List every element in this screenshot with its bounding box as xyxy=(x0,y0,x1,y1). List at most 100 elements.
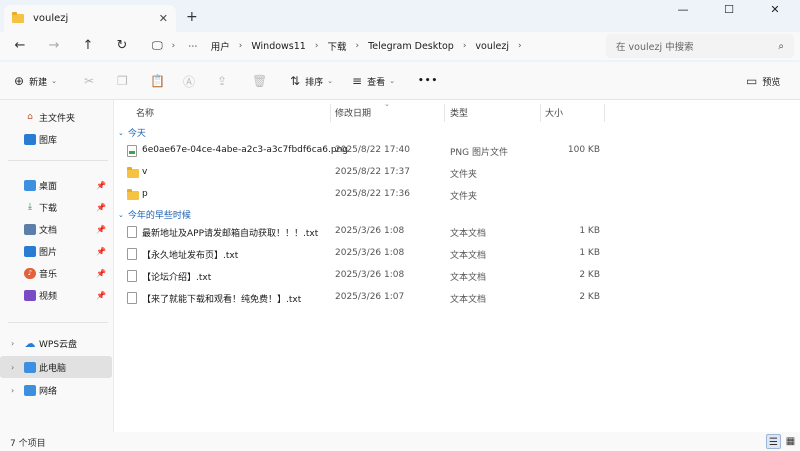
pin-icon[interactable]: 📌 xyxy=(96,269,106,278)
table-row[interactable]: 【来了就能下载和观看！纯免费！】.txt 2025/3/26 1:07 文本文档… xyxy=(114,287,800,309)
preview-label: 预览 xyxy=(762,77,781,88)
pin-icon[interactable]: 📌 xyxy=(96,203,106,212)
column-divider[interactable] xyxy=(604,104,605,122)
text-file-icon xyxy=(127,226,137,238)
file-size: 2 KB xyxy=(579,270,600,280)
text-file-icon xyxy=(127,248,137,260)
sidebar-item-pictures[interactable]: 图片 📌 xyxy=(0,240,112,262)
new-button[interactable]: ⊕ 新建 ⌄ xyxy=(14,72,57,90)
column-header-size[interactable]: 大小 xyxy=(545,106,563,119)
column-divider[interactable] xyxy=(540,104,541,122)
preview-pane-icon: ▭ xyxy=(746,74,758,88)
file-name: 6e0ae67e-04ce-4abe-a2c3-a3c7fbdf6ca6.png xyxy=(142,145,348,155)
sidebar-item-label: 主文件夹 xyxy=(39,113,76,124)
table-row[interactable]: 【论坛介绍】.txt 2025/3/26 1:08 文本文档 2 KB xyxy=(114,265,800,287)
table-row[interactable]: 6e0ae67e-04ce-4abe-a2c3-a3c7fbdf6ca6.png… xyxy=(114,140,800,162)
pin-icon[interactable]: 📌 xyxy=(96,247,106,256)
folder-icon xyxy=(127,167,139,178)
chevron-right-icon[interactable]: › xyxy=(11,386,14,395)
chevron-down-icon: ⌄ xyxy=(118,210,124,219)
up-button[interactable]: ↑ xyxy=(76,36,100,56)
sidebar-item-music[interactable]: ♪ 音乐 📌 xyxy=(0,262,112,284)
sort-button[interactable]: ⇅ 排序 ⌄ xyxy=(290,72,333,90)
file-date: 2025/8/22 17:36 xyxy=(335,189,410,199)
computer-icon xyxy=(24,361,36,373)
cut-button[interactable]: ✂ xyxy=(84,72,99,90)
new-tab-button[interactable]: + xyxy=(186,9,198,25)
pin-icon[interactable]: 📌 xyxy=(96,181,106,190)
sidebar-item-videos[interactable]: 视频 📌 xyxy=(0,284,112,306)
breadcrumb-separator: › xyxy=(314,41,319,51)
close-tab-icon[interactable]: ✕ xyxy=(159,12,168,25)
breadcrumb-more[interactable]: ⋯ xyxy=(188,41,198,52)
refresh-button[interactable]: ↻ xyxy=(110,36,134,56)
close-window-button[interactable]: ✕ xyxy=(752,0,798,20)
pin-icon[interactable]: 📌 xyxy=(96,225,106,234)
breadcrumb-separator: › xyxy=(355,41,360,51)
preview-button[interactable]: ▭ 预览 xyxy=(746,72,780,90)
desktop-icon xyxy=(24,179,36,191)
tab-voulezj[interactable]: voulezj ✕ xyxy=(4,5,176,32)
breadcrumb-windows11[interactable]: Windows11 xyxy=(251,41,306,52)
copy-button[interactable]: ❐ xyxy=(117,72,133,90)
file-type: 文本文档 xyxy=(450,295,487,305)
paste-button[interactable]: 📋 xyxy=(150,72,170,90)
table-row[interactable]: 最新地址及APP请发邮箱自动获取！！！.txt 2025/3/26 1:08 文… xyxy=(114,221,800,243)
text-file-icon xyxy=(127,292,137,304)
sidebar-item-network[interactable]: › 网络 xyxy=(0,379,112,401)
sidebar-item-label: 音乐 xyxy=(39,269,58,280)
maximize-button[interactable]: ☐ xyxy=(706,0,752,20)
breadcrumb-users[interactable]: 用户 xyxy=(211,39,230,53)
delete-button[interactable]: 🗑 xyxy=(252,72,272,90)
rename-button[interactable]: Ⓐ xyxy=(183,72,200,90)
pin-icon[interactable]: 📌 xyxy=(96,291,106,300)
sidebar-item-desktop[interactable]: 桌面 📌 xyxy=(0,174,112,196)
column-header-date[interactable]: 修改日期 xyxy=(335,106,371,119)
table-row[interactable]: v 2025/8/22 17:37 文件夹 xyxy=(114,162,800,184)
tiles-view-button[interactable]: ▦ xyxy=(783,434,798,449)
sidebar-item-label: 文档 xyxy=(39,225,58,236)
address-bar[interactable]: 🖵 › ⋯ 用户 › Windows11 › 下载 › Telegram Des… xyxy=(144,34,600,58)
sidebar-item-wps-cloud[interactable]: › ☁ WPS云盘 xyxy=(0,332,112,354)
column-divider[interactable] xyxy=(330,104,331,122)
sort-label: 排序 xyxy=(305,77,324,88)
sidebar-divider xyxy=(8,160,108,161)
back-button[interactable]: ← xyxy=(8,36,32,56)
breadcrumb-downloads[interactable]: 下载 xyxy=(327,39,346,53)
sidebar-item-home[interactable]: ⌂ 主文件夹 xyxy=(0,106,112,128)
share-button[interactable]: ⇪ xyxy=(217,72,232,90)
breadcrumb-separator: › xyxy=(238,41,243,51)
column-divider[interactable] xyxy=(444,104,445,122)
file-date: 2025/8/22 17:37 xyxy=(335,167,410,177)
file-date: 2025/8/22 17:40 xyxy=(335,145,410,155)
item-count: 7 个项目 xyxy=(10,439,46,449)
sidebar-item-label: 视频 xyxy=(39,291,58,302)
details-view-button[interactable]: ☰ xyxy=(766,434,781,449)
clipboard-icon: 📋 xyxy=(150,74,165,88)
sidebar-item-label: 下载 xyxy=(39,203,58,214)
sidebar-item-gallery[interactable]: 图库 xyxy=(0,128,112,150)
pictures-icon xyxy=(24,245,36,257)
table-row[interactable]: p 2025/8/22 17:36 文件夹 xyxy=(114,184,800,206)
search-placeholder: 在 voulezj 中搜索 xyxy=(616,42,694,53)
column-header-name[interactable]: 名称 xyxy=(136,106,154,119)
forward-button[interactable]: → xyxy=(42,36,66,56)
breadcrumb-telegram-desktop[interactable]: Telegram Desktop xyxy=(368,41,454,52)
copy-icon: ❐ xyxy=(117,74,128,88)
chevron-right-icon[interactable]: › xyxy=(11,339,14,348)
sidebar-item-downloads[interactable]: ⤓ 下载 📌 xyxy=(0,196,112,218)
minimize-button[interactable]: — xyxy=(660,0,706,20)
group-header-today[interactable]: ⌄ 今天 xyxy=(118,126,146,140)
view-button[interactable]: ≡ 查看 ⌄ xyxy=(352,72,395,90)
sidebar-item-this-pc[interactable]: › 此电脑 xyxy=(0,356,112,378)
sidebar-item-documents[interactable]: 文档 📌 xyxy=(0,218,112,240)
table-row[interactable]: 【永久地址发布页】.txt 2025/3/26 1:08 文本文档 1 KB xyxy=(114,243,800,265)
breadcrumb-voulezj[interactable]: voulezj xyxy=(475,41,509,52)
group-header-earlier-this-year[interactable]: ⌄ 今年的早些时候 xyxy=(118,208,191,222)
column-header-type[interactable]: 类型 xyxy=(450,106,468,119)
chevron-right-icon[interactable]: › xyxy=(11,363,14,372)
more-label: ••• xyxy=(418,76,439,86)
search-input[interactable]: 在 voulezj 中搜索 ⌕ xyxy=(606,34,794,58)
search-icon: ⌕ xyxy=(778,40,784,52)
more-options-button[interactable]: ••• xyxy=(418,72,438,90)
